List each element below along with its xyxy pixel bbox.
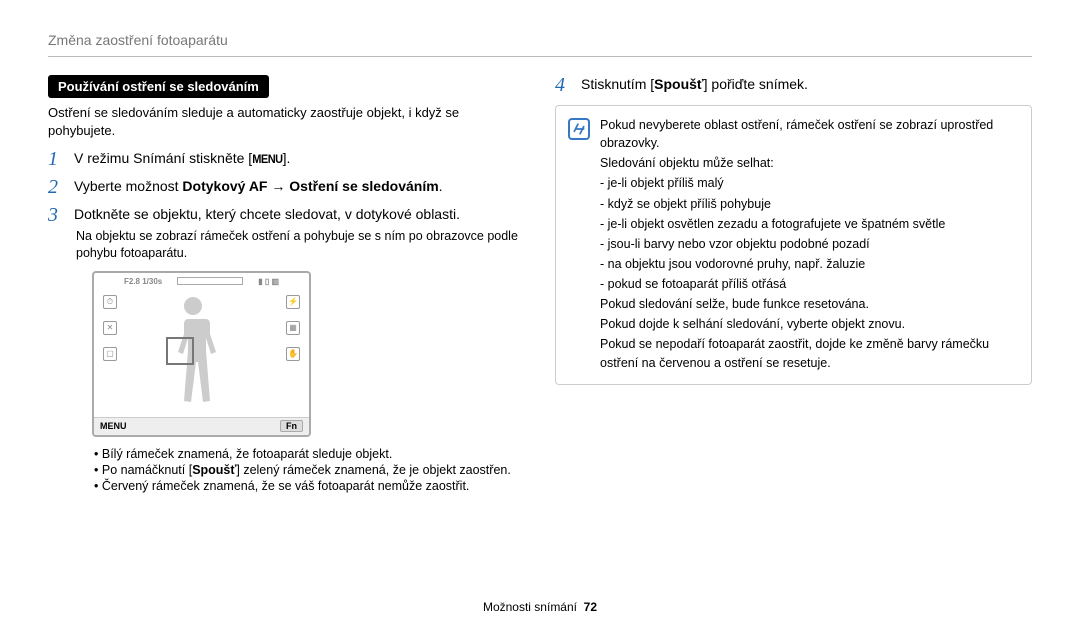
menu-icon: MENU: [252, 152, 282, 169]
step-3: 3 Dotkněte se objektu, který chcete sled…: [48, 205, 525, 263]
frame-color-legend: Bílý rámeček znamená, že fotoaparát sled…: [94, 447, 525, 493]
note-icon: [568, 118, 590, 140]
divider: [48, 56, 1032, 57]
timer-icon: ⏱: [103, 295, 117, 309]
shutter-label: Spoušť: [654, 76, 704, 92]
step-number: 1: [48, 149, 64, 169]
legend-white: Bílý rámeček znamená, že fotoaparát sled…: [94, 447, 525, 461]
focus-area-icon: ▢: [103, 347, 117, 361]
lcd-exposure-text: F2.8 1/30s: [124, 277, 162, 286]
lcd-fn-label: Fn: [280, 420, 303, 432]
note-dash-1: je-li objekt příliš malý: [600, 174, 1019, 192]
note-dash-2: když se objekt příliš pohybuje: [600, 195, 1019, 213]
note-line-2: Sledování objektu může selhat:: [600, 154, 1019, 172]
step-number: 4: [555, 75, 571, 95]
step2-bold2: Ostření se sledováním: [289, 178, 438, 194]
focus-frame: [166, 337, 194, 365]
step-1: 1 V režimu Snímání stiskněte [MENU].: [48, 149, 525, 169]
step-2: 2 Vyberte možnost Dotykový AF → Ostření …: [48, 177, 525, 197]
lcd-menu-label: MENU: [100, 421, 127, 431]
lcd-status-icons: ▮ ▯ ▥: [258, 277, 279, 286]
step-number: 2: [48, 177, 64, 197]
lcd-right-icons: ⚡ ▦ ✋: [283, 295, 303, 361]
step2-bold1: Dotykový AF: [182, 178, 267, 194]
left-column: Používání ostření se sledováním Ostření …: [48, 75, 525, 495]
step2-mid: →: [267, 178, 289, 194]
note-line-4: Pokud dojde k selhání sledování, vyberte…: [600, 315, 1019, 333]
legend-green-post: ] zelený rámeček znamená, že je objekt z…: [236, 463, 510, 477]
note-body: Pokud nevyberete oblast ostření, rámeček…: [600, 116, 1019, 374]
step-4: 4 Stisknutím [Spoušť] pořiďte snímek.: [555, 75, 1032, 95]
step-number: 3: [48, 205, 64, 263]
step3-sub: Na objektu se zobrazí rámeček ostření a …: [76, 228, 525, 263]
flash-icon: ⚡: [286, 295, 300, 309]
step4-pre: Stisknutím [: [581, 76, 654, 92]
note-dash-6: pokud se fotoaparát příliš otřásá: [600, 275, 1019, 293]
legend-green-pre: Po namáčknutí [: [102, 463, 192, 477]
page-number: 72: [584, 600, 597, 614]
legend-green: Po namáčknutí [Spoušť] zelený rámeček zn…: [94, 463, 525, 477]
lcd-left-icons: ⏱ ✕ ▢: [100, 295, 120, 361]
footer-section: Možnosti snímání: [483, 600, 577, 614]
subsection-heading: Používání ostření se sledováním: [48, 75, 269, 98]
intro-text: Ostření se sledováním sleduje a automati…: [48, 104, 525, 139]
note-box: Pokud nevyberete oblast ostření, rámeček…: [555, 105, 1032, 385]
step1-text-pre: V režimu Snímání stiskněte [: [74, 150, 252, 166]
step2-post: .: [439, 178, 443, 194]
note-dash-5: na objektu jsou vodorovné pruhy, např. ž…: [600, 255, 1019, 273]
stabilizer-icon: ✋: [286, 347, 300, 361]
step2-pre: Vyberte možnost: [74, 178, 182, 194]
legend-red: Červený rámeček znamená, že se váš fotoa…: [94, 479, 525, 493]
lcd-exposure-scale: [177, 277, 243, 285]
step1-text-post: ].: [283, 150, 291, 166]
flash-off-icon: ✕: [103, 321, 117, 335]
shutter-label: Spoušť: [192, 463, 236, 477]
page-footer: Možnosti snímání 72: [0, 600, 1080, 614]
step3-main: Dotkněte se objektu, který chcete sledov…: [74, 206, 460, 222]
right-column: 4 Stisknutím [Spoušť] pořiďte snímek. Po…: [555, 75, 1032, 495]
note-dash-4: jsou-li barvy nebo vzor objektu podobné …: [600, 235, 1019, 253]
note-line-5: Pokud se nepodaří fotoaparát zaostřit, d…: [600, 335, 1019, 371]
page-breadcrumb: Změna zaostření fotoaparátu: [48, 32, 1032, 48]
camera-lcd-illustration: F2.8 1/30s ▮ ▯ ▥ ⏱ ✕ ▢ ⚡ ▦ ✋: [92, 271, 311, 437]
mode-icon: ▦: [286, 321, 300, 335]
note-line-1: Pokud nevyberete oblast ostření, rámeček…: [600, 116, 1019, 152]
step4-post: ] pořiďte snímek.: [704, 76, 808, 92]
note-dash-3: je-li objekt osvětlen zezadu a fotografu…: [600, 215, 1019, 233]
note-line-3: Pokud sledování selže, bude funkce reset…: [600, 295, 1019, 313]
